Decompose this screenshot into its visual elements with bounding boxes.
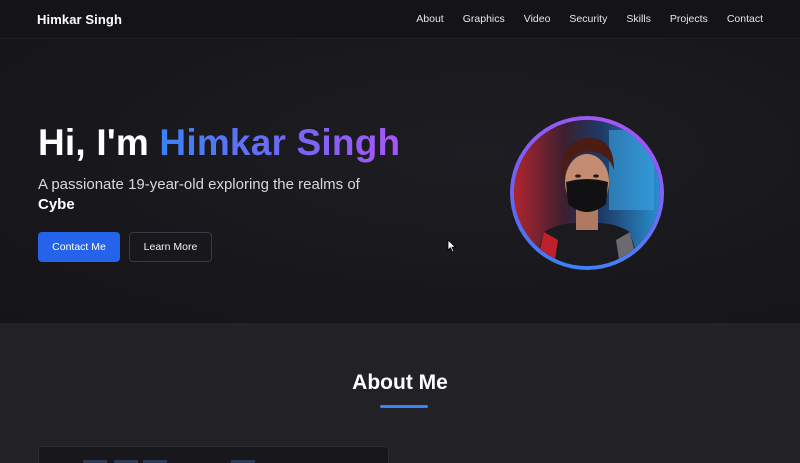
learn-more-button[interactable]: Learn More	[129, 232, 212, 262]
hero-subtitle: A passionate 19-year-old exploring the r…	[38, 175, 398, 215]
hero-subtitle-text: A passionate 19-year-old exploring the r…	[38, 176, 360, 193]
profile-avatar-ring	[510, 116, 664, 270]
hero-title: Hi, I'm Himkar Singh	[38, 122, 400, 164]
contact-me-button[interactable]: Contact Me	[38, 232, 120, 262]
nav-link-projects[interactable]: Projects	[670, 13, 708, 25]
nav-link-about[interactable]: About	[416, 13, 443, 25]
hero-name: Himkar Singh	[159, 122, 401, 163]
nav-link-security[interactable]: Security	[569, 13, 607, 25]
about-title-underline	[380, 405, 428, 408]
nav-link-graphics[interactable]: Graphics	[463, 13, 505, 25]
brand-logo[interactable]: Himkar Singh	[37, 12, 122, 27]
hero-typed-text: Cybe	[38, 196, 75, 213]
about-card	[38, 446, 389, 463]
about-title: About Me	[352, 371, 448, 394]
nav-link-contact[interactable]: Contact	[727, 13, 763, 25]
top-navbar: Himkar Singh About Graphics Video Securi…	[0, 0, 800, 39]
hero-greeting: Hi, I'm	[38, 122, 160, 163]
hero-section: Hi, I'm Himkar Singh A passionate 19-yea…	[0, 39, 800, 323]
about-section: About Me	[0, 323, 800, 463]
nav-links: About Graphics Video Security Skills Pro…	[416, 13, 763, 25]
nav-link-skills[interactable]: Skills	[626, 13, 651, 25]
profile-avatar	[514, 120, 660, 266]
avatar-portrait-image	[514, 120, 660, 266]
mouse-cursor-icon	[447, 239, 457, 253]
nav-link-video[interactable]: Video	[524, 13, 551, 25]
